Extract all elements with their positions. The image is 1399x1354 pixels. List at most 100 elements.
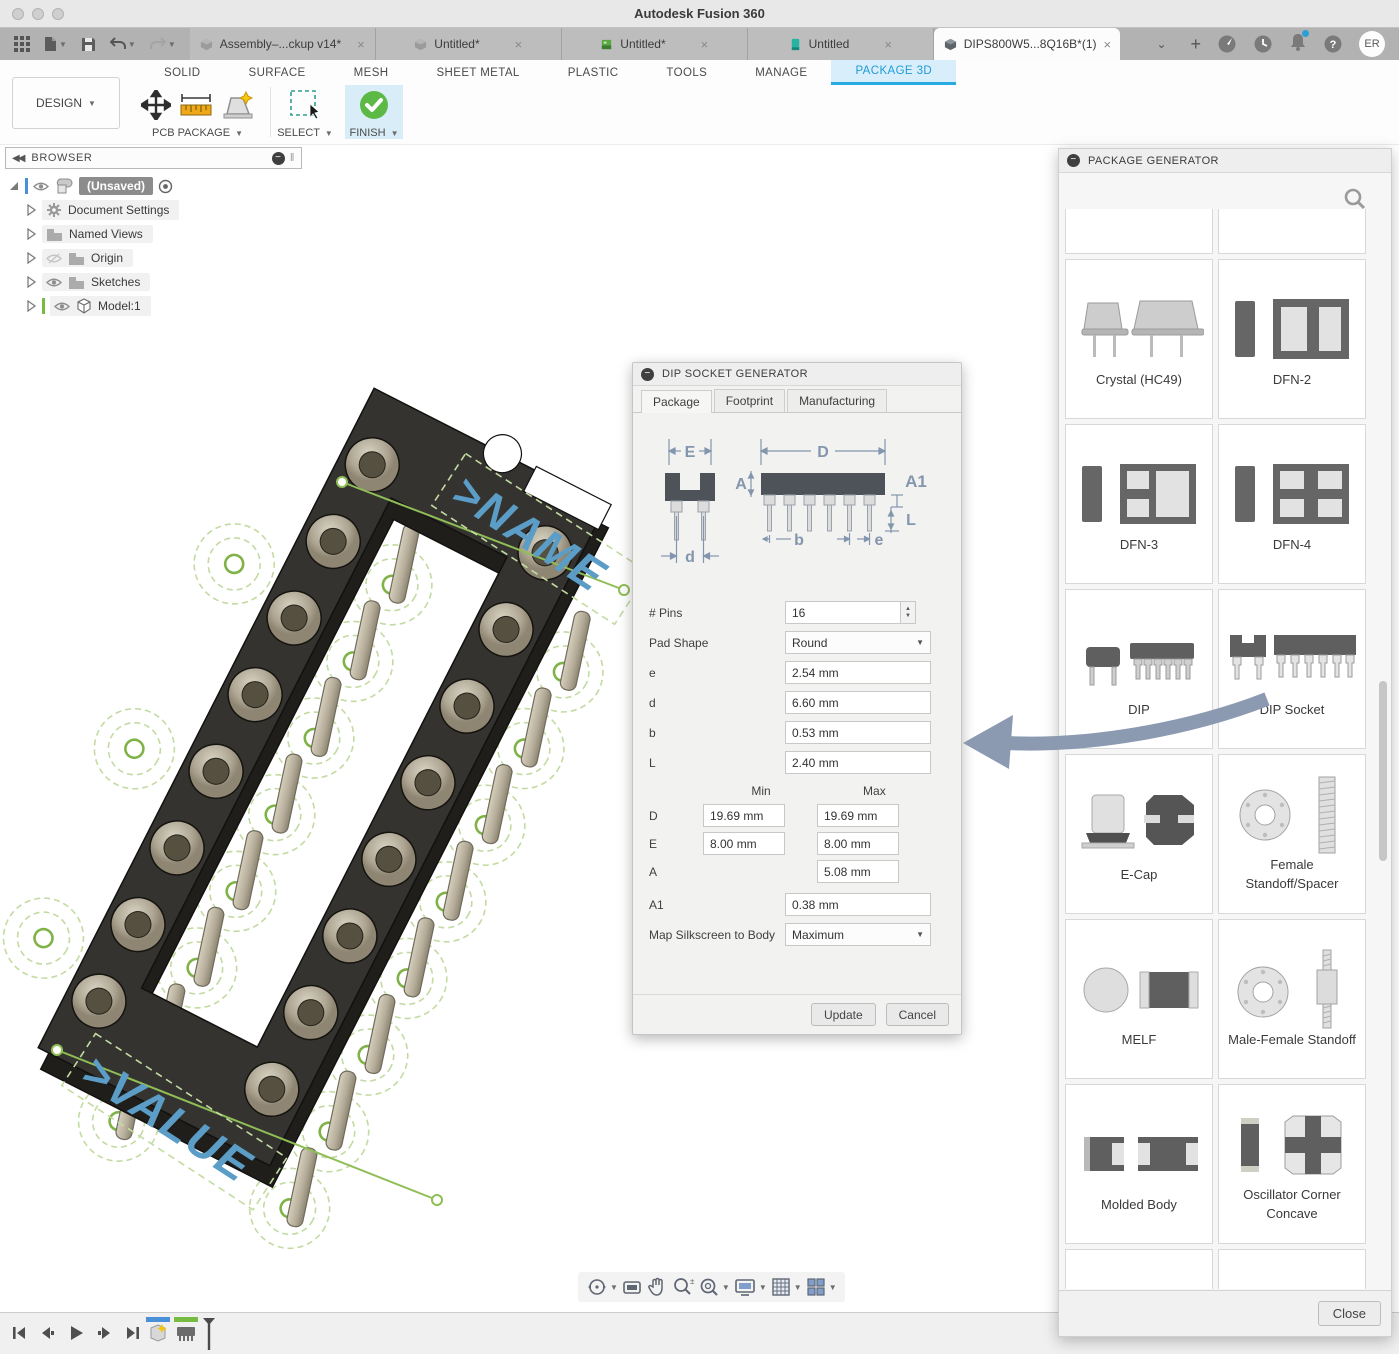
tree-row-model[interactable]: Model:1	[25, 294, 179, 318]
step-back-icon[interactable]	[38, 1324, 56, 1342]
doc-tab-untitled-1[interactable]: Untitled* ×	[376, 28, 562, 60]
step-down-icon[interactable]: ▼	[905, 613, 911, 620]
pcb-package-label[interactable]: PCB PACKAGE ▼	[130, 127, 265, 139]
tab-package[interactable]: Package	[641, 390, 712, 413]
dialog-header[interactable]: − DIP SOCKET GENERATOR	[633, 363, 961, 386]
job-status-icon[interactable]	[1253, 34, 1273, 54]
new-file-button[interactable]: ▼	[44, 36, 67, 52]
tab-manage[interactable]: MANAGE	[731, 60, 831, 85]
collapsed-triangle-icon[interactable]	[25, 252, 37, 264]
workspace-switcher[interactable]: DESIGN ▼	[12, 77, 120, 129]
tree-row-root[interactable]: (Unsaved)	[8, 174, 179, 198]
package-card-dip[interactable]: DIP	[1065, 589, 1213, 749]
close-tab-icon[interactable]: ×	[515, 37, 523, 52]
root-document-label[interactable]: (Unsaved)	[79, 177, 153, 195]
collapsed-triangle-icon[interactable]	[25, 228, 37, 240]
tree-row-document-settings[interactable]: Document Settings	[25, 198, 179, 222]
tab-surface[interactable]: SURFACE	[225, 60, 330, 85]
d-input[interactable]	[785, 691, 931, 714]
dip-socket-body[interactable]	[0, 331, 683, 1263]
pan-button[interactable]	[646, 1276, 668, 1298]
new-tab-icon[interactable]: +	[1190, 34, 1201, 55]
tree-row-sketches[interactable]: Sketches	[25, 270, 179, 294]
panel-minimize-icon[interactable]: −	[1067, 154, 1080, 167]
skip-to-start-icon[interactable]	[10, 1324, 28, 1342]
silkscreen-select[interactable]: Maximum▼	[785, 923, 931, 946]
close-tab-icon[interactable]: ×	[884, 37, 892, 52]
user-avatar[interactable]: ER	[1359, 31, 1385, 57]
help-icon[interactable]: ?	[1323, 34, 1343, 54]
step-up-icon[interactable]: ▲	[905, 606, 911, 613]
package-card-e-cap[interactable]: E-Cap	[1065, 754, 1213, 914]
viewports-button[interactable]: ▼	[805, 1276, 837, 1298]
move-icon[interactable]	[141, 90, 171, 120]
measure-icon[interactable]	[179, 91, 213, 119]
eye-visible-icon[interactable]	[46, 277, 62, 288]
finish-check-icon[interactable]	[359, 90, 389, 120]
package-card-oscillator[interactable]: Oscillator Corner Concave	[1218, 1084, 1366, 1244]
package-card-male-female-standoff[interactable]: Male-Female Standoff	[1218, 919, 1366, 1079]
doc-tab-untitled-3[interactable]: Untitled ×	[748, 28, 934, 60]
skip-to-end-icon[interactable]	[124, 1324, 142, 1342]
update-button[interactable]: Update	[811, 1003, 876, 1026]
fit-button[interactable]: ▼	[698, 1276, 730, 1298]
close-tab-icon[interactable]: ×	[1104, 37, 1112, 52]
package-generator-header[interactable]: − PACKAGE GENERATOR	[1059, 149, 1391, 173]
eye-hidden-icon[interactable]	[46, 253, 62, 264]
tab-manufacturing[interactable]: Manufacturing	[787, 389, 887, 412]
zoom-button[interactable]: ±	[671, 1276, 695, 1298]
play-icon[interactable]	[66, 1323, 86, 1343]
timeline-feature-new-component[interactable]	[146, 1317, 170, 1349]
tree-row-origin[interactable]: Origin	[25, 246, 179, 270]
panel-scrollbar[interactable]	[1379, 209, 1387, 1289]
tab-footprint[interactable]: Footprint	[714, 389, 785, 412]
doc-tab-dips-active[interactable]: DIPS800W5...8Q16B*(1) ×	[934, 28, 1120, 60]
a1-input[interactable]	[785, 893, 931, 916]
e-input[interactable]	[785, 661, 931, 684]
collapsed-triangle-icon[interactable]	[25, 300, 37, 312]
cancel-button[interactable]: Cancel	[886, 1003, 949, 1026]
panel-minimize-icon[interactable]: −	[272, 152, 285, 165]
package-card-partial[interactable]	[1218, 209, 1366, 254]
pins-stepper[interactable]: ▲▼	[901, 601, 916, 624]
undo-button[interactable]: ▼	[110, 37, 136, 51]
b-input[interactable]	[785, 721, 931, 744]
e-max-input[interactable]	[817, 832, 899, 855]
close-button[interactable]: Close	[1318, 1301, 1381, 1326]
eye-visible-icon[interactable]	[54, 301, 70, 312]
viewport-3d-model[interactable]: >NAME >VALUE	[12, 382, 642, 1182]
package-card-dfn-3[interactable]: DFN-3	[1065, 424, 1213, 584]
package-card-partial[interactable]	[1065, 1249, 1213, 1289]
collapse-panel-icon[interactable]: ◀◀	[12, 153, 23, 164]
d-max-input[interactable]	[817, 804, 899, 827]
select-icon[interactable]	[288, 88, 322, 122]
display-settings-button[interactable]: ▼	[733, 1276, 767, 1298]
close-tab-icon[interactable]: ×	[701, 37, 709, 52]
collapsed-triangle-icon[interactable]	[25, 204, 37, 216]
package-card-molded-body[interactable]: Molded Body	[1065, 1084, 1213, 1244]
a-max-input[interactable]	[817, 860, 899, 883]
tab-plastic[interactable]: PLASTIC	[544, 60, 643, 85]
browser-panel-header[interactable]: ◀◀ BROWSER − ‖	[5, 147, 302, 169]
extensions-icon[interactable]	[1217, 34, 1237, 54]
panel-grip-icon[interactable]: ‖	[290, 152, 295, 164]
package-card-partial[interactable]	[1065, 209, 1213, 254]
redo-button[interactable]: ▼	[150, 37, 176, 51]
tab-tools[interactable]: TOOLS	[642, 60, 731, 85]
doc-tab-assembly[interactable]: Assembly–...ckup v14* ×	[190, 28, 376, 60]
activate-radio-icon[interactable]	[158, 179, 173, 194]
package-card-crystal[interactable]: Crystal (HC49)	[1065, 259, 1213, 419]
dialog-minimize-icon[interactable]: −	[641, 368, 654, 381]
package-card-melf[interactable]: MELF	[1065, 919, 1213, 1079]
scrollbar-thumb[interactable]	[1379, 681, 1387, 861]
expand-triangle-icon[interactable]	[8, 180, 20, 192]
eye-visible-icon[interactable]	[33, 181, 49, 192]
tree-row-named-views[interactable]: Named Views	[25, 222, 179, 246]
tab-mesh[interactable]: MESH	[330, 60, 413, 85]
step-forward-icon[interactable]	[96, 1324, 114, 1342]
package-card-dfn-2[interactable]: DFN-2	[1218, 259, 1366, 419]
collapsed-triangle-icon[interactable]	[25, 276, 37, 288]
orbit-button[interactable]: ▼	[586, 1276, 618, 1298]
select-label[interactable]: SELECT ▼	[272, 127, 338, 139]
tab-package-3d[interactable]: PACKAGE 3D	[831, 60, 956, 85]
